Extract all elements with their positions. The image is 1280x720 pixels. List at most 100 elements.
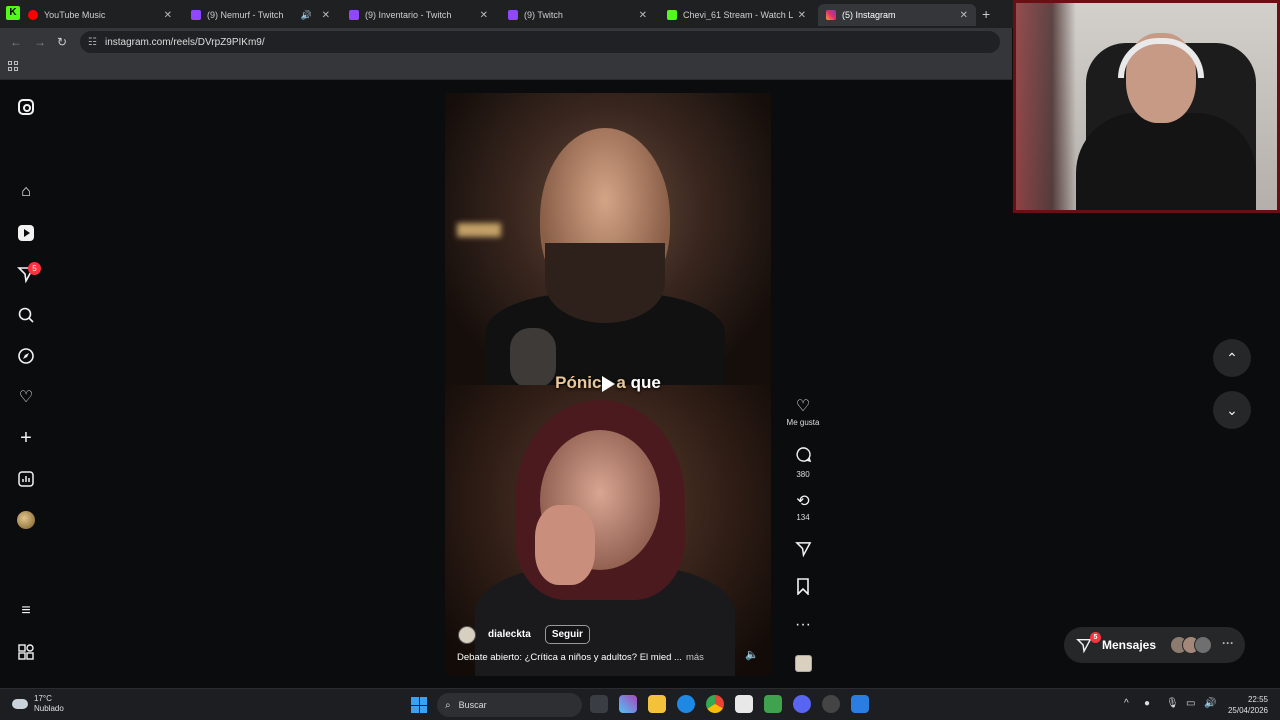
site-info-icon[interactable]: ☷: [88, 37, 97, 48]
repost-button[interactable]: ⟲ 134: [780, 493, 826, 522]
explore-icon[interactable]: [16, 346, 36, 366]
notifications-icon[interactable]: ♡: [16, 387, 36, 407]
edge-icon[interactable]: [677, 695, 695, 713]
bookmarks-bar: [0, 56, 1012, 80]
tab-title: YouTube Music: [44, 10, 106, 20]
tab-title: Chevi_61 Stream - Watch Live o: [683, 10, 793, 20]
reload-icon[interactable]: ↻: [57, 35, 67, 49]
speaker-icon[interactable]: 🔊: [301, 10, 312, 21]
close-tab-icon[interactable]: ✕: [639, 10, 647, 21]
create-icon[interactable]: +: [16, 427, 36, 449]
reel-author: dialeckta Seguir: [458, 625, 590, 644]
tab-twitch[interactable]: (9) Twitch ✕: [500, 4, 655, 26]
comment-button[interactable]: 380: [780, 446, 826, 479]
messages-badge: 5: [1090, 632, 1101, 643]
windows-taskbar: 17°C Nublado ⌕ Buscar ^ ● 🎙 ▭ 🔊 22:55 25/…: [0, 688, 1280, 720]
steam-icon[interactable]: [822, 695, 840, 713]
close-tab-icon[interactable]: ✕: [322, 10, 330, 21]
webcam-overlay: [1013, 0, 1280, 213]
tray-overflow-icon[interactable]: ^: [1124, 698, 1129, 709]
tab-title: (5) Instagram: [842, 10, 896, 20]
more-link[interactable]: más: [686, 652, 704, 663]
display-icon[interactable]: ▭: [1186, 698, 1195, 709]
tab-chevi-stream[interactable]: Chevi_61 Stream - Watch Live o ✕: [659, 4, 814, 26]
twitch-icon: [191, 10, 201, 20]
twitch-icon: [349, 10, 359, 20]
taskbar-search[interactable]: ⌕ Buscar: [437, 693, 582, 717]
home-icon[interactable]: ⌂: [16, 182, 36, 202]
follow-button[interactable]: Seguir: [544, 625, 590, 644]
more-dots-icon: ···: [795, 616, 811, 633]
comment-icon: [780, 446, 826, 468]
tab-title: (9) Twitch: [524, 10, 563, 20]
tab-youtube-music[interactable]: YouTube Music ✕: [20, 4, 180, 26]
reel-description: Debate abierto: ¿Crítica a niños y adult…: [457, 652, 704, 663]
previous-reel-button[interactable]: ⌃: [1213, 339, 1251, 377]
share-button[interactable]: [780, 540, 826, 562]
reel-video[interactable]: Pónic a que dialeckta Seguir Debate abier…: [445, 93, 771, 676]
instagram-icon[interactable]: [16, 97, 36, 117]
store-icon[interactable]: [735, 695, 753, 713]
mute-icon[interactable]: 🔈: [745, 648, 759, 661]
cloud-icon: [12, 699, 28, 709]
close-tab-icon[interactable]: ✕: [960, 10, 968, 21]
video-frame-top: [445, 93, 771, 393]
chrome-icon[interactable]: [706, 695, 724, 713]
kick-logo-icon[interactable]: K: [6, 6, 20, 20]
messages-button[interactable]: 5 Mensajes ···: [1064, 627, 1245, 663]
forward-icon[interactable]: →: [34, 35, 46, 49]
menu-icon[interactable]: ≡: [16, 601, 36, 621]
author-name[interactable]: dialeckta: [488, 629, 531, 640]
back-icon[interactable]: ←: [10, 35, 22, 49]
weather-widget[interactable]: 17°C Nublado: [12, 694, 64, 714]
minecraft-icon[interactable]: [764, 695, 782, 713]
tab-instagram[interactable]: (5) Instagram ✕: [818, 4, 976, 26]
more-dots-icon: ···: [1222, 636, 1234, 650]
shield-app-icon[interactable]: [851, 695, 869, 713]
messages-label: Mensajes: [1102, 638, 1157, 652]
send-icon: [780, 540, 826, 562]
reels-icon[interactable]: [16, 223, 36, 243]
chevron-down-icon: ⌄: [1226, 401, 1238, 418]
save-button[interactable]: [780, 578, 826, 600]
url-field[interactable]: ☷ instagram.com/reels/DVrpZ9PIKm9/: [80, 31, 1000, 53]
audio-thumbnail[interactable]: [795, 655, 812, 672]
tray-app-icon[interactable]: ●: [1144, 698, 1150, 709]
instagram-tab-icon: [826, 10, 836, 20]
search-icon: ⌕: [445, 699, 451, 711]
close-tab-icon[interactable]: ✕: [480, 10, 488, 21]
windows-start-icon[interactable]: [411, 697, 427, 713]
address-bar-row: ← → ↻ ☷ instagram.com/reels/DVrpZ9PIKm9/: [0, 28, 1012, 56]
dashboard-icon[interactable]: [16, 469, 36, 489]
tab-nemurf-twitch[interactable]: (9) Nemurf - Twitch 🔊 ✕: [183, 4, 338, 26]
like-button[interactable]: ♡ Me gusta: [780, 398, 826, 427]
message-avatars: [1170, 636, 1218, 654]
volume-icon[interactable]: 🔊: [1204, 698, 1216, 709]
system-clock[interactable]: 22:55 25/04/2026: [1222, 694, 1268, 716]
video-subtitle: Pónic a que: [555, 373, 661, 392]
bookmark-icon: [780, 578, 826, 600]
new-tab-button[interactable]: +: [982, 6, 990, 22]
play-icon[interactable]: [602, 375, 616, 392]
discord-icon[interactable]: [793, 695, 811, 713]
more-options-button[interactable]: ···: [780, 616, 826, 634]
copilot-icon[interactable]: [619, 695, 637, 713]
microphone-icon[interactable]: 🎙: [1166, 698, 1179, 709]
messages-badge: 5: [28, 262, 41, 275]
url-text: instagram.com/reels/DVrpZ9PIKm9/: [104, 36, 265, 48]
kick-icon: [667, 10, 677, 20]
repost-icon: ⟲: [796, 493, 810, 510]
file-explorer-icon[interactable]: [648, 695, 666, 713]
task-view-icon[interactable]: [590, 695, 608, 713]
close-tab-icon[interactable]: ✕: [798, 10, 806, 21]
profile-avatar[interactable]: [16, 510, 36, 530]
heart-icon: ♡: [795, 398, 811, 415]
more-apps-icon[interactable]: [16, 642, 36, 662]
next-reel-button[interactable]: ⌄: [1213, 391, 1251, 429]
search-icon[interactable]: [16, 305, 36, 325]
tab-inventario-twitch[interactable]: (9) Inventario - Twitch ✕: [341, 4, 496, 26]
close-tab-icon[interactable]: ✕: [164, 10, 172, 21]
youtube-music-icon: [28, 10, 38, 20]
apps-grid-icon[interactable]: [8, 61, 20, 73]
author-avatar[interactable]: [458, 625, 476, 644]
